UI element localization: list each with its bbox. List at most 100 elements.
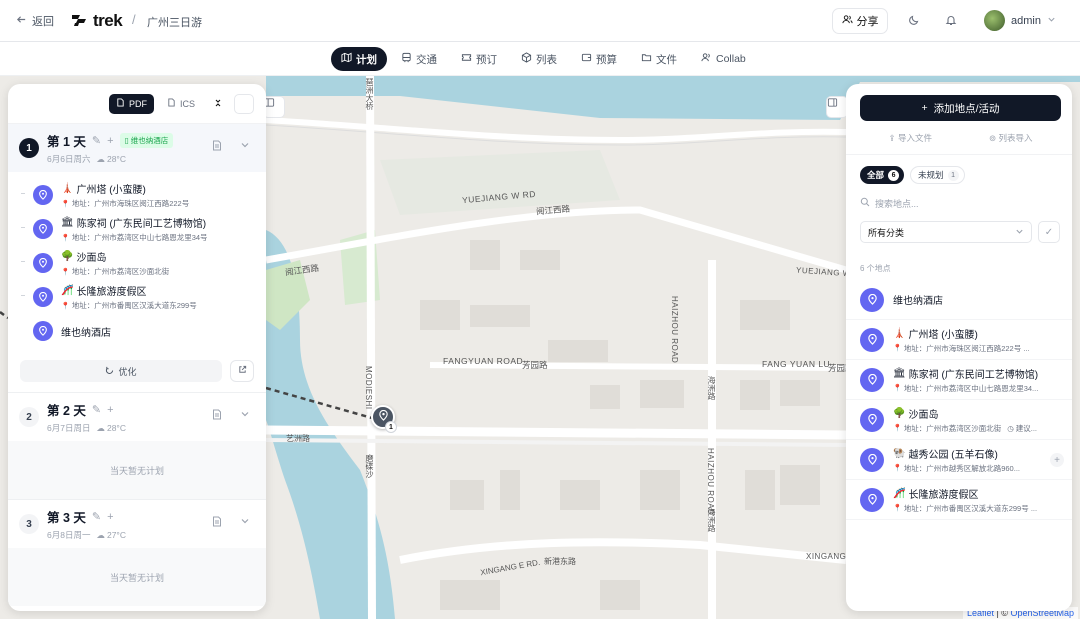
place-address: 地址：广州市番禺区汉溪大道东299号 bbox=[71, 301, 197, 310]
app-logo[interactable]: trek bbox=[70, 10, 123, 31]
filter-count: 6 bbox=[888, 169, 900, 181]
pin-icon bbox=[860, 447, 884, 472]
day-header-2[interactable]: 2 第 2 天 ✎ + 6月7日周日 ☁ 28°C bbox=[8, 393, 266, 441]
place-address: 地址：广州市越秀区解放北路960... bbox=[903, 463, 1020, 473]
collapse-all-button[interactable] bbox=[208, 94, 228, 114]
category-select[interactable]: 所有分类 bbox=[860, 221, 1032, 243]
pencil-icon[interactable]: ✎ bbox=[92, 510, 101, 523]
plus-icon[interactable]: + bbox=[107, 511, 113, 523]
tab-bookings[interactable]: 预订 bbox=[451, 47, 507, 71]
notifications-button[interactable] bbox=[942, 12, 960, 30]
filter-all-pill[interactable]: 全部 6 bbox=[860, 166, 905, 184]
list-item[interactable]: 🐏 越秀公园 (五羊石像) 📍 地址：广州市越秀区解放北路960... + bbox=[846, 440, 1072, 480]
pdf-label: PDF bbox=[128, 98, 147, 109]
plus-icon[interactable]: + bbox=[107, 404, 113, 416]
list-item[interactable]: 🎢 长隆旅游度假区 📍 地址：广州市番禺区汉溪大道东299号 ... bbox=[846, 480, 1072, 520]
collapse-right-panel-button[interactable] bbox=[826, 96, 848, 118]
tab-collab[interactable]: Collab bbox=[691, 47, 756, 71]
file-icon bbox=[167, 98, 176, 109]
trip-title: 广州三日游 bbox=[147, 17, 202, 29]
map-label: 新港东路 bbox=[544, 557, 576, 566]
add-place-button[interactable]: + 添加地点/活动 bbox=[860, 95, 1061, 121]
tab-files[interactable]: 文件 bbox=[631, 47, 687, 71]
place-name: 陈家祠 (广东民间工艺博物馆) bbox=[76, 219, 207, 230]
list-item[interactable]: 🗼 广州塔 (小蛮腰) 📍 地址：广州市海珠区阅江西路222号 bbox=[8, 178, 266, 212]
place-address: 地址：广州市荔湾区中山七路恩龙里34... bbox=[903, 383, 1039, 393]
map-label: HAIZHOU ROAD bbox=[706, 448, 715, 516]
list-item[interactable]: 维也纳酒店 bbox=[8, 314, 266, 348]
map-icon bbox=[341, 52, 352, 66]
day-number: 1 bbox=[19, 138, 39, 158]
collapse-left-panel-button[interactable] bbox=[263, 96, 285, 118]
bell-icon bbox=[945, 14, 957, 29]
tab-list[interactable]: 列表 bbox=[511, 47, 567, 71]
pin-icon bbox=[860, 487, 884, 512]
export-ics-button[interactable]: ICS bbox=[160, 94, 202, 114]
notes-icon[interactable] bbox=[212, 140, 222, 154]
list-item[interactable]: 🌳 沙面岛 📍 地址：广州市荔湾区沙面北街 bbox=[8, 246, 266, 280]
arrow-left-icon bbox=[16, 14, 27, 28]
breadcrumb-separator: / bbox=[132, 12, 136, 27]
tab-plan[interactable]: 计划 bbox=[331, 47, 387, 71]
pencil-icon[interactable]: ✎ bbox=[92, 403, 101, 416]
place-name: 维也纳酒店 bbox=[893, 296, 943, 307]
theme-toggle-button[interactable] bbox=[905, 12, 923, 30]
search-placeholder: 搜索地点... bbox=[875, 198, 919, 209]
search-input[interactable]: 搜索地点... bbox=[860, 194, 1061, 212]
drag-handle[interactable] bbox=[21, 295, 25, 296]
list-item[interactable]: 🌳 沙面岛 📍 地址：广州市荔湾区沙面北街 ◷ 建议... bbox=[846, 400, 1072, 440]
place-extra: 建议... bbox=[1015, 423, 1038, 433]
chevron-down-icon[interactable] bbox=[240, 516, 250, 530]
tab-transport[interactable]: 交通 bbox=[391, 47, 447, 71]
red-pin-icon: 📍 bbox=[61, 268, 70, 276]
add-to-day-button[interactable]: + bbox=[1050, 453, 1064, 467]
external-link-icon bbox=[238, 365, 247, 377]
place-emoji: 🌳 bbox=[893, 407, 906, 419]
red-pin-icon: 📍 bbox=[61, 234, 70, 242]
map-label: FANG YUAN LU bbox=[762, 359, 831, 369]
day-date: 6月8日周一 bbox=[47, 530, 91, 540]
add-place-label: 添加地点/活动 bbox=[933, 102, 1000, 115]
hotel-badge[interactable]: ▯ 维也纳酒店 bbox=[119, 133, 174, 148]
red-pin-icon: 📍 bbox=[893, 425, 902, 432]
drag-handle[interactable] bbox=[21, 227, 25, 228]
more-button[interactable] bbox=[234, 93, 254, 114]
import-list-button[interactable]: ⊚ 列表导入 bbox=[989, 132, 1033, 144]
chevron-down-icon[interactable] bbox=[240, 140, 250, 154]
list-item[interactable]: 🏛 陈家祠 (广东民间工艺博物馆) 📍 地址：广州市荔湾区中山七路恩龙里34号 bbox=[8, 212, 266, 246]
notes-icon[interactable] bbox=[212, 516, 222, 530]
check-icon: ✓ bbox=[1044, 226, 1054, 238]
chevron-down-icon[interactable] bbox=[240, 409, 250, 423]
map-label: 琶洲大桥 bbox=[365, 78, 374, 110]
optimize-button[interactable]: 优化 bbox=[20, 360, 222, 382]
user-menu[interactable]: admin bbox=[984, 10, 1056, 31]
places-list: 维也纳酒店 🗼 广州塔 (小蛮腰) 📍 地址：广州市海珠区阅江西路222号 ... … bbox=[846, 280, 1072, 520]
drag-handle[interactable] bbox=[21, 261, 25, 262]
drag-handle[interactable] bbox=[21, 193, 25, 194]
share-button[interactable]: 分享 bbox=[832, 8, 888, 34]
day-header-3[interactable]: 3 第 3 天 ✎ + 6月8日周一 ☁ 27°C bbox=[8, 500, 266, 548]
list-item[interactable]: 🗼 广州塔 (小蛮腰) 📍 地址：广州市海珠区阅江西路222号 ... bbox=[846, 320, 1072, 360]
open-external-button[interactable] bbox=[230, 360, 254, 382]
export-pdf-button[interactable]: PDF bbox=[108, 93, 154, 114]
tab-budget[interactable]: 预算 bbox=[571, 47, 627, 71]
list-item[interactable]: 🎢 长隆旅游度假区 📍 地址：广州市番禺区汉溪大道东299号 bbox=[8, 280, 266, 314]
place-address: 地址：广州市海珠区阅江西路222号 bbox=[71, 199, 190, 208]
map-label: 艺洲路 bbox=[286, 434, 310, 443]
notes-icon[interactable] bbox=[212, 409, 222, 423]
pin-icon bbox=[33, 185, 53, 205]
pencil-icon[interactable]: ✎ bbox=[92, 134, 101, 147]
list-item[interactable]: 🏛 陈家祠 (广东民间工艺博物馆) 📍 地址：广州市荔湾区中山七路恩龙里34... bbox=[846, 360, 1072, 400]
map-label: 海洲路 bbox=[707, 376, 716, 400]
day-header-1[interactable]: 1 第 1 天 ✎ + ▯ 维也纳酒店 6月6日周六 ☁ 28°C bbox=[8, 124, 266, 172]
plus-icon[interactable]: + bbox=[107, 135, 113, 147]
wallet-icon bbox=[581, 52, 592, 66]
select-mode-button[interactable]: ✓ bbox=[1038, 221, 1060, 243]
day-number: 3 bbox=[19, 514, 39, 534]
filter-unplanned-pill[interactable]: 未规划 1 bbox=[910, 166, 965, 184]
cloud-icon: ☁ bbox=[96, 153, 105, 164]
chevron-down-icon bbox=[1015, 227, 1024, 238]
list-item[interactable]: 维也纳酒店 bbox=[846, 280, 1072, 320]
back-button[interactable]: 返回 bbox=[16, 13, 54, 29]
import-file-button[interactable]: ⇪ 导入文件 bbox=[889, 132, 933, 144]
